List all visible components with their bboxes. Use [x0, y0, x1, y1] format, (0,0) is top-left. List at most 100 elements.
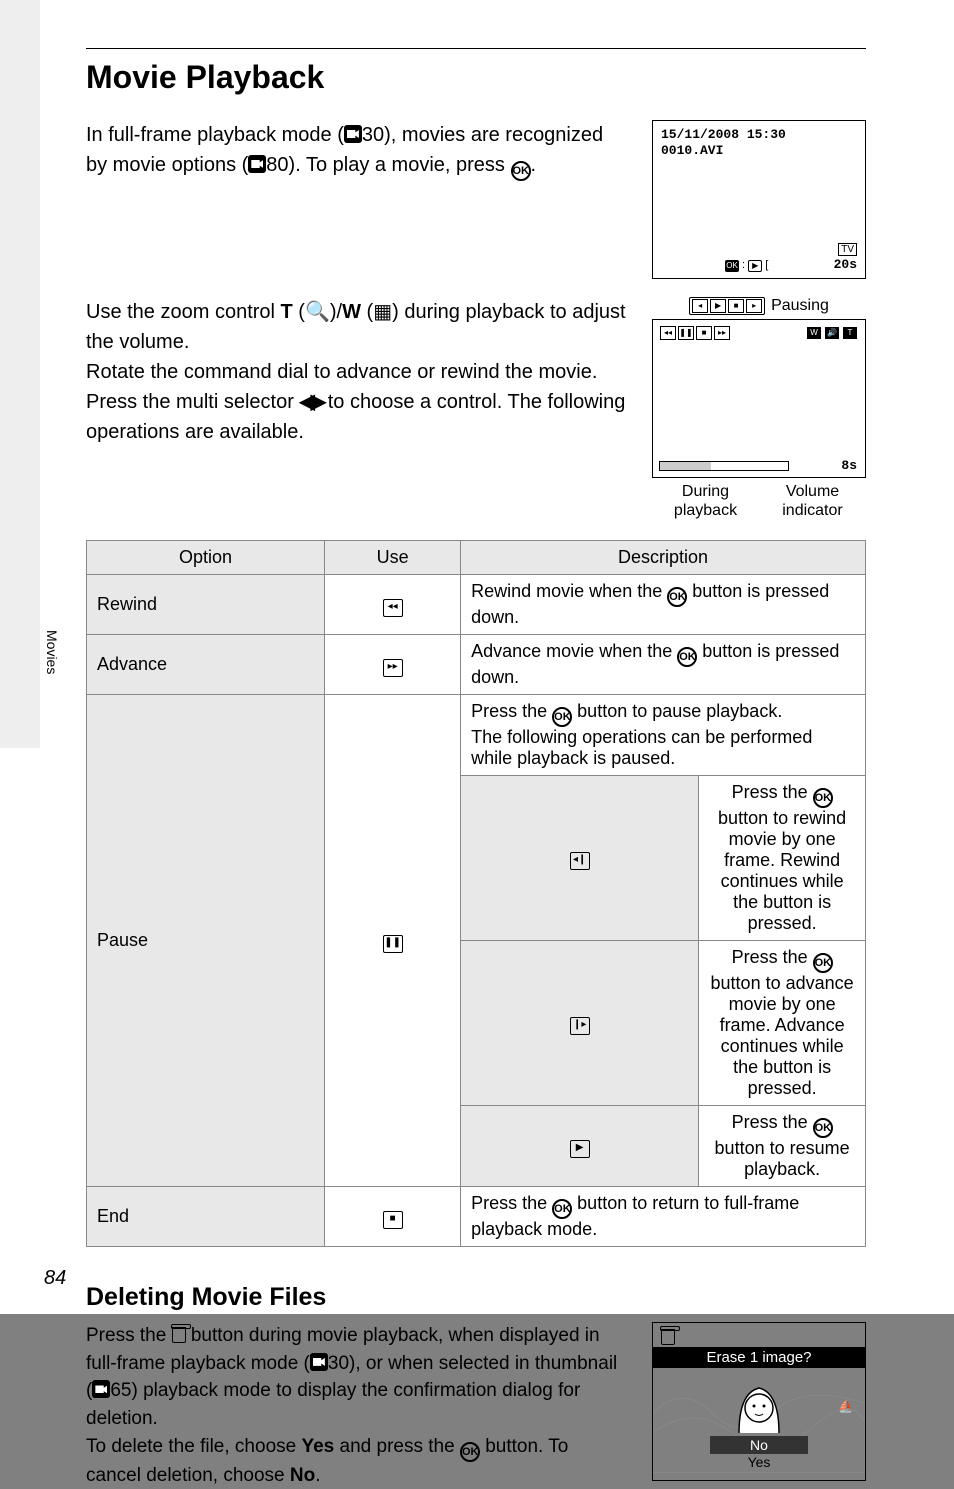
page-ref-icon [344, 125, 362, 143]
screen-tv-indicator: TV [838, 243, 857, 256]
cell-option: Advance [87, 635, 325, 695]
txt: Rewind movie when the [471, 581, 667, 601]
pause-icon: ❚❚ [383, 935, 403, 953]
manual-page: Movies Movie Playback In full-frame play… [0, 0, 954, 1314]
table-row: End ■ Press the OK button to return to f… [87, 1187, 866, 1247]
cell-desc: Press the OK button to resume playback. [699, 1106, 866, 1187]
intro-p1a: In full-frame playback mode ( [86, 124, 344, 146]
pausing-label: Pausing [771, 297, 829, 315]
cell-sub-icon: ◂❙ [461, 776, 699, 941]
txt: ( [293, 301, 305, 323]
cell-desc: Rewind movie when the OK button is press… [461, 575, 866, 635]
txt: Press the [86, 1325, 172, 1346]
table-row: Advance ▸▸ Advance movie when the OK but… [87, 635, 866, 695]
txt: and press the [334, 1436, 460, 1457]
speaker-icon: 🔊 [824, 326, 840, 340]
table-header-row: Option Use Description [87, 541, 866, 575]
page-ref-icon [92, 1380, 110, 1398]
stop-icon: ■ [696, 326, 712, 340]
page-title: Movie Playback [86, 59, 866, 96]
frame-fwd-icon: ❙▸ [570, 1017, 590, 1035]
txt: )/ [330, 301, 342, 323]
frame-back-icon: ◂ [692, 299, 708, 313]
txt: Press the [471, 1193, 552, 1213]
zoom-text: Use the zoom control T (🔍)/W (▦) during … [86, 297, 628, 520]
cell-desc: Advance movie when the OK button is pres… [461, 635, 866, 695]
cell-desc: Press the OK button to return to full-fr… [461, 1187, 866, 1247]
screen-date: 15/11/2008 15:30 [661, 127, 786, 142]
camera-screen-preview-1: 15/11/2008 15:30 0010.AVI TV 20s OK : ▶ … [652, 120, 866, 279]
th-option: Option [87, 541, 325, 575]
frame-back-icon: ◂❙ [570, 852, 590, 870]
cell-option: Pause [87, 695, 325, 1187]
playback-controls: ◂◂ ❚❚ ■ ▸▸ [659, 326, 731, 340]
txt: ( [361, 301, 373, 323]
ok-button-icon: OK [667, 587, 687, 607]
top-rule [86, 48, 866, 49]
time-remaining: 8s [841, 458, 857, 473]
cell-desc: Press the OK button to pause playback.Th… [461, 695, 866, 776]
zoom-w-label: W [342, 301, 361, 323]
erase-option-yes: Yes [653, 1454, 865, 1470]
face-illustration [729, 1373, 789, 1433]
play-icon: ▶ [710, 299, 726, 313]
cell-use: ▸▸ [325, 635, 461, 695]
intro-p1d: . [531, 154, 537, 176]
txt: To delete the file, choose [86, 1436, 301, 1457]
controls-table: Option Use Description Rewind ◂◂ Rewind … [86, 540, 866, 1247]
rewind-icon: ◂◂ [383, 599, 403, 617]
playback-diagram: ◂ ▶ ■ ▸ Pausing ◂◂ ❚❚ ■ ▸▸ W [652, 297, 866, 520]
yes-bold: Yes [301, 1436, 334, 1457]
th-description: Description [461, 541, 866, 575]
txt: Use the zoom control [86, 301, 281, 323]
ok-button-icon: OK [813, 1118, 833, 1138]
txt: . [315, 1465, 320, 1486]
page-ref-icon [310, 1353, 328, 1371]
cell-desc: Press the OK button to rewind movie by o… [699, 776, 866, 941]
txt: Press the [732, 782, 813, 802]
txt: Advance movie when the [471, 641, 677, 661]
table-row: Rewind ◂◂ Rewind movie when the OK butto… [87, 575, 866, 635]
txt: button to rewind movie by one frame. Rew… [718, 808, 846, 933]
txt: Press the [471, 701, 552, 721]
deleting-text: Press the button during movie playback, … [86, 1322, 628, 1489]
cell-use: ❚❚ [325, 695, 461, 1187]
zoom-p2: Use the zoom control T (🔍)/W (▦) during … [86, 297, 628, 357]
ok-button-icon: OK [813, 788, 833, 808]
zoom-p3: Rotate the command dial to advance or re… [86, 357, 628, 387]
progress-bar [659, 461, 789, 471]
cell-option: Rewind [87, 575, 325, 635]
erase-title: Erase 1 image? [653, 1347, 865, 1368]
ok-button-icon: OK [677, 647, 697, 667]
advance-icon: ▸▸ [383, 659, 403, 677]
progress-fill [660, 462, 711, 470]
camera-screen-preview-2: ◂◂ ❚❚ ■ ▸▸ W 🔊 T 8s [652, 319, 866, 478]
stop-icon: ■ [728, 299, 744, 313]
play-icon: ▶ [570, 1140, 590, 1158]
pause-icon: ❚❚ [678, 326, 694, 340]
no-bold: No [290, 1465, 315, 1486]
magnify-icon: 🔍 [305, 301, 330, 323]
deleting-p1: Press the button during movie playback, … [86, 1322, 628, 1432]
during-playback-label: During playback [652, 482, 759, 520]
zoom-row: Use the zoom control T (🔍)/W (▦) during … [86, 297, 866, 520]
control-group-pausing: ◂ ▶ ■ ▸ [689, 297, 765, 315]
screen-duration: 20s [834, 257, 857, 272]
screen-ok-play: OK : ▶ [ [725, 259, 768, 272]
cell-sub-icon: ▶ [461, 1106, 699, 1187]
cell-desc: Press the OK button to advance movie by … [699, 941, 866, 1106]
deleting-p2: To delete the file, choose Yes and press… [86, 1433, 628, 1489]
ok-button-icon: OK [813, 953, 833, 973]
trash-icon [172, 1327, 186, 1343]
intro-row: In full-frame playback mode (30), movies… [86, 120, 866, 279]
ok-button-icon: OK [511, 161, 531, 181]
zoom-p4: Press the multi selector ◀▶ to choose a … [86, 387, 628, 447]
side-tab-label: Movies [44, 630, 60, 674]
page-ref-icon [248, 155, 266, 173]
zoom-t-label: T [281, 301, 293, 323]
ok-button-icon: OK [460, 1442, 480, 1462]
th-use: Use [325, 541, 461, 575]
txt: Press the [732, 1112, 813, 1132]
txt: button to advance movie by one frame. Ad… [711, 973, 854, 1098]
ok-button-icon: OK [552, 707, 572, 727]
